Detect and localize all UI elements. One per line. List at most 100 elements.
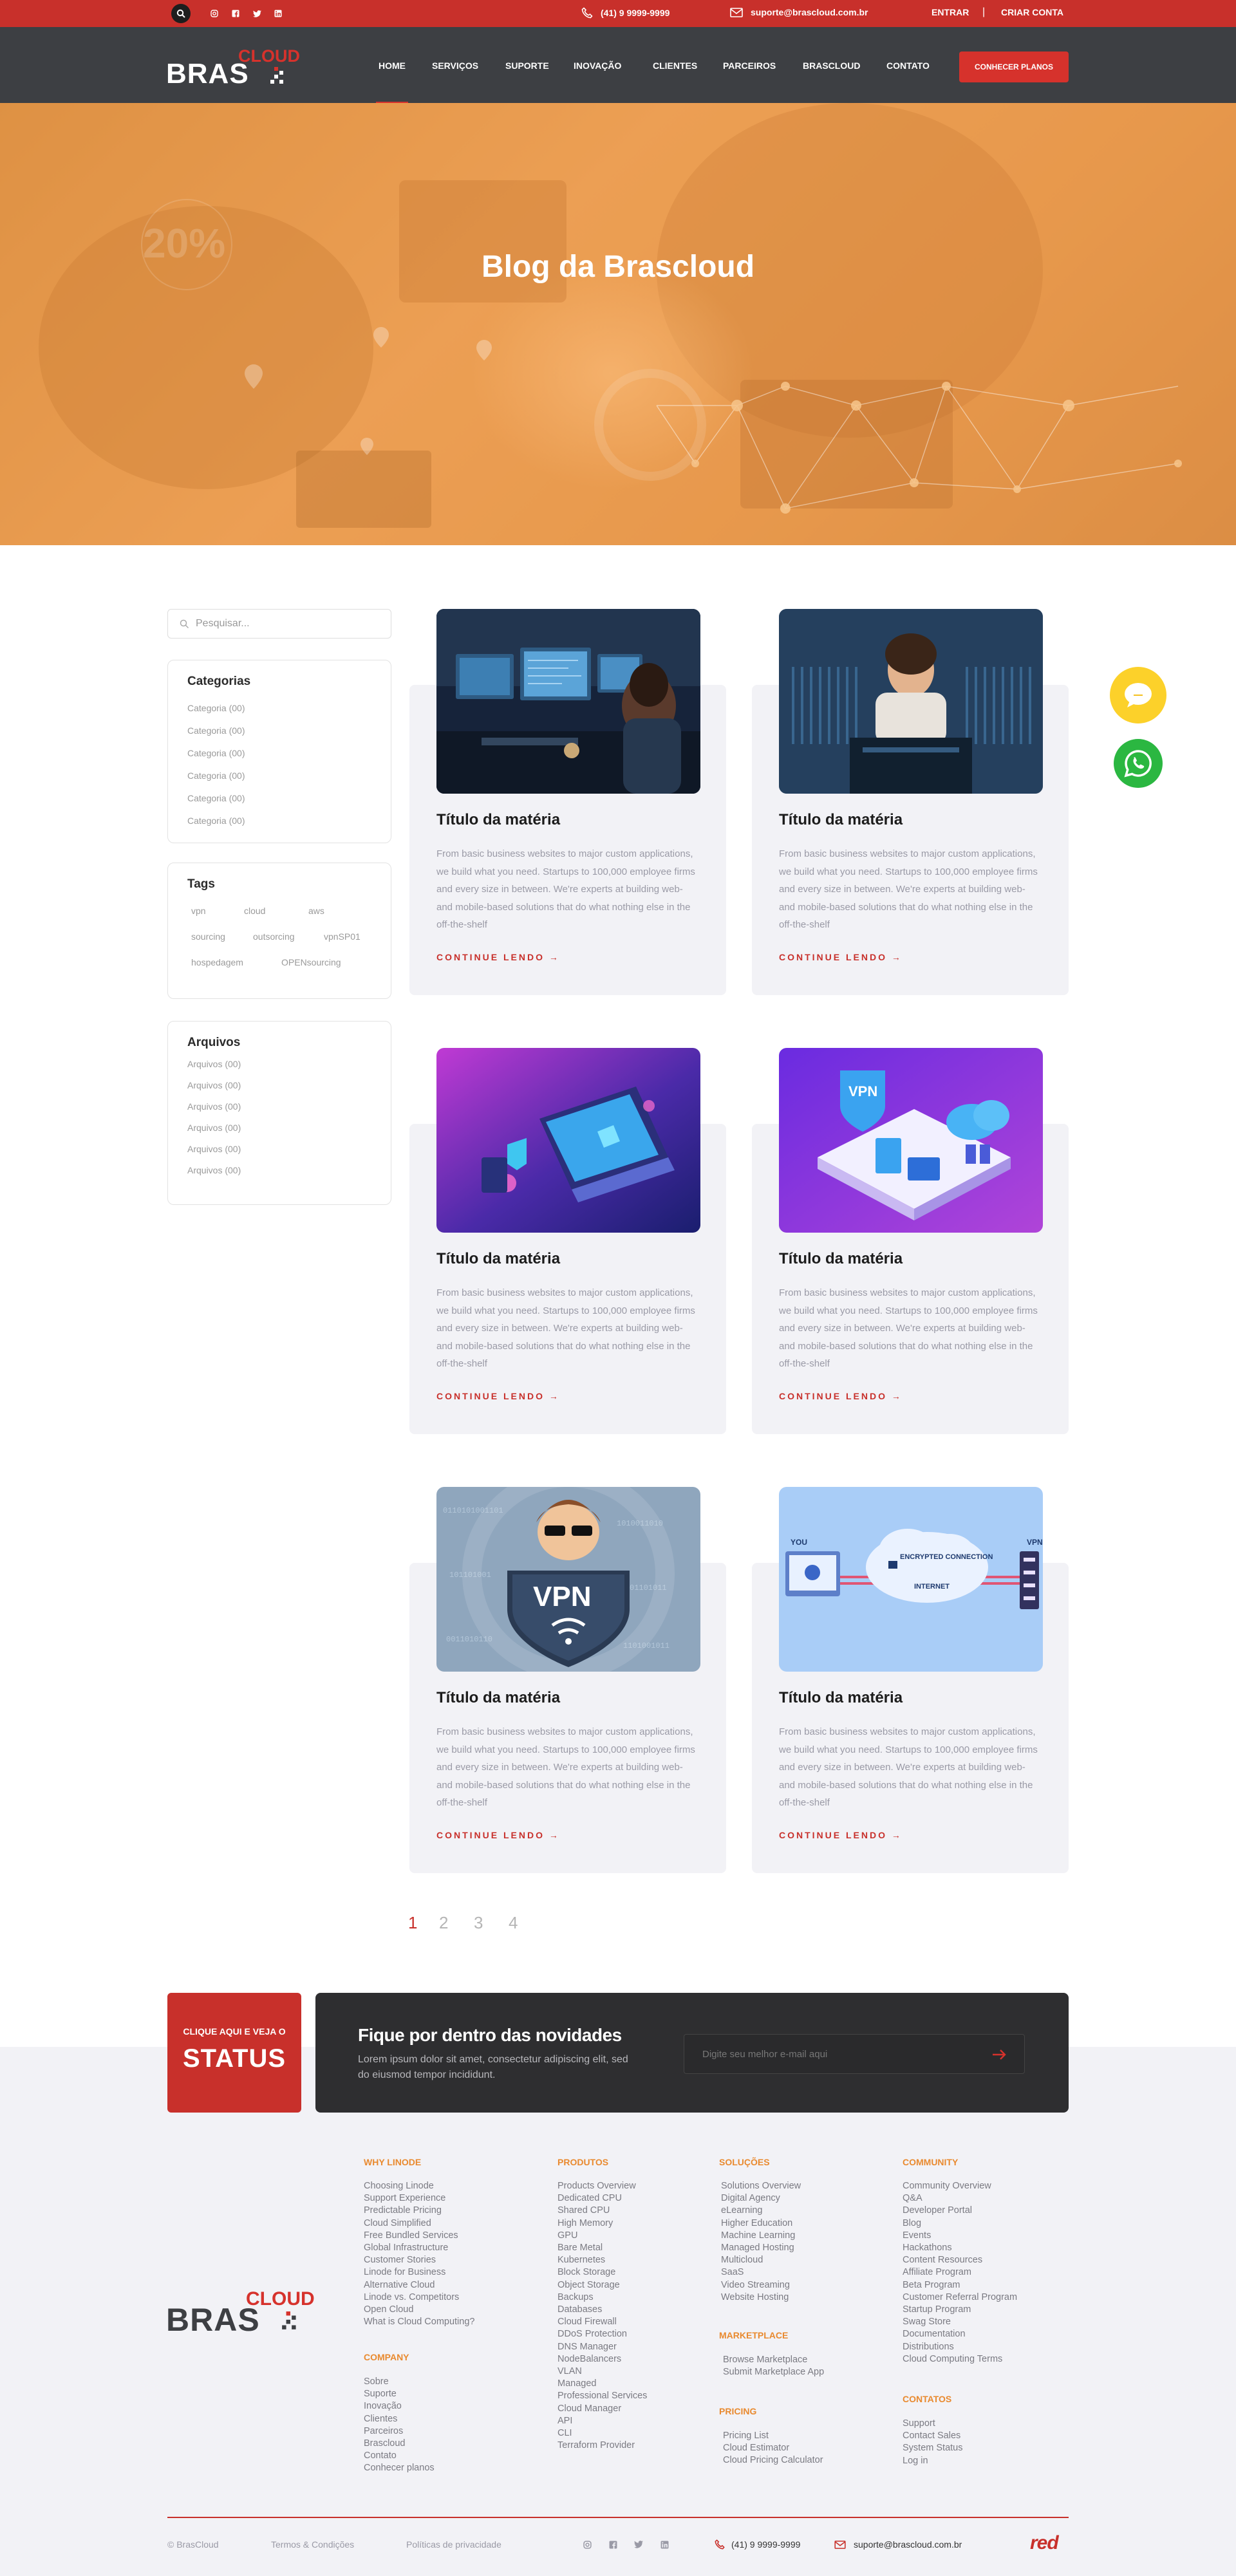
agency-logo[interactable]: red: [1030, 2532, 1059, 2554]
footer-link[interactable]: Log in: [903, 2456, 928, 2466]
footer-link[interactable]: Content Resources: [903, 2255, 982, 2265]
footer-link[interactable]: GPU: [557, 2230, 577, 2241]
footer-link[interactable]: Kubernetes: [557, 2255, 605, 2265]
search-button[interactable]: [171, 4, 191, 23]
footer-link[interactable]: Sobre: [364, 2376, 389, 2387]
continue-reading-link[interactable]: CONTINUE LENDO →: [779, 1391, 903, 1401]
blog-search-input[interactable]: Pesquisar...: [167, 609, 391, 639]
footer-link[interactable]: Terraform Provider: [557, 2440, 635, 2450]
instagram-icon[interactable]: [210, 9, 219, 18]
footer-link[interactable]: Parceiros: [364, 2426, 403, 2436]
newsletter-email-input[interactable]: Digite seu melhor e-mail aqui: [684, 2034, 1025, 2074]
whatsapp-button[interactable]: [1114, 739, 1163, 788]
archive-link[interactable]: Arquivos (00): [187, 1054, 241, 1075]
post-title[interactable]: Título da matéria: [436, 1250, 560, 1268]
footer-link[interactable]: Cloud Manager: [557, 2403, 621, 2414]
tag-link[interactable]: aws: [308, 906, 324, 916]
footer-link[interactable]: Free Bundled Services: [364, 2230, 458, 2241]
post-image[interactable]: [779, 609, 1043, 794]
tag-link[interactable]: vpn: [191, 906, 206, 916]
footer-link[interactable]: Documentation: [903, 2329, 966, 2339]
footer-link[interactable]: Databases: [557, 2304, 602, 2315]
footer-link[interactable]: Digital Agency: [721, 2193, 780, 2203]
footer-link[interactable]: System Status: [903, 2443, 962, 2453]
footer-link[interactable]: Pricing List: [723, 2431, 769, 2441]
footer-link[interactable]: Developer Portal: [903, 2205, 972, 2216]
footer-link[interactable]: Global Infrastructure: [364, 2243, 448, 2253]
footer-link[interactable]: Cloud Estimator: [723, 2443, 789, 2453]
page-link[interactable]: 2: [439, 1913, 448, 1933]
footer-link[interactable]: Conhecer planos: [364, 2463, 435, 2473]
post-image[interactable]: [436, 1048, 700, 1233]
footer-link[interactable]: Managed: [557, 2378, 596, 2389]
tag-link[interactable]: hospedagem: [191, 957, 243, 967]
footer-link[interactable]: Hackathons: [903, 2243, 952, 2253]
footer-link[interactable]: Blog: [903, 2218, 921, 2228]
footer-link[interactable]: Choosing Linode: [364, 2181, 434, 2191]
brand-logo[interactable]: BRAS CLOUD: [166, 46, 300, 89]
footer-link[interactable]: Submit Marketplace App: [723, 2367, 824, 2377]
instagram-icon[interactable]: [582, 2539, 592, 2550]
nav-clientes[interactable]: CLIENTES: [653, 61, 697, 71]
footer-link[interactable]: Suporte: [364, 2389, 397, 2399]
nav-servicos[interactable]: SERVIÇOS: [432, 61, 478, 71]
archive-link[interactable]: Arquivos (00): [187, 1075, 241, 1096]
nav-parceiros[interactable]: PARCEIROS: [723, 61, 776, 71]
continue-reading-link[interactable]: CONTINUE LENDO →: [436, 952, 560, 962]
category-link[interactable]: Categoria (00): [187, 697, 245, 720]
footer-link[interactable]: Object Storage: [557, 2280, 620, 2290]
footer-link[interactable]: CLI: [557, 2428, 572, 2438]
footer-link[interactable]: NodeBalancers: [557, 2354, 621, 2364]
footer-link[interactable]: Distributions: [903, 2342, 954, 2352]
linkedin-icon[interactable]: [274, 9, 283, 18]
topbar-phone[interactable]: (41) 9 9999-9999: [581, 7, 670, 19]
footer-link[interactable]: Linode vs. Competitors: [364, 2292, 459, 2302]
footer-link[interactable]: Shared CPU: [557, 2205, 610, 2216]
footer-link[interactable]: DDoS Protection: [557, 2329, 627, 2339]
facebook-icon[interactable]: [608, 2539, 618, 2550]
footer-link[interactable]: Q&A: [903, 2193, 922, 2203]
footer-link[interactable]: Website Hosting: [721, 2292, 789, 2302]
tag-link[interactable]: OPENsourcing: [281, 957, 341, 967]
footer-link[interactable]: Solutions Overview: [721, 2181, 801, 2191]
footer-link[interactable]: SaaS: [721, 2267, 744, 2277]
chat-button[interactable]: [1110, 667, 1166, 723]
page-link[interactable]: 3: [474, 1913, 483, 1933]
footer-link[interactable]: Cloud Simplified: [364, 2218, 431, 2228]
footer-link[interactable]: Contact Sales: [903, 2431, 960, 2441]
category-link[interactable]: Categoria (00): [187, 720, 245, 742]
post-image[interactable]: YOU VPN ENCRYPTED CONNECTION INTERNET: [779, 1487, 1043, 1672]
footer-link[interactable]: Startup Program: [903, 2304, 971, 2315]
footer-link[interactable]: DNS Manager: [557, 2342, 617, 2352]
nav-contato[interactable]: CONTATO: [886, 61, 930, 71]
page-link-current[interactable]: 1: [408, 1913, 417, 1933]
footer-link[interactable]: VLAN: [557, 2366, 582, 2376]
archive-link[interactable]: Arquivos (00): [187, 1117, 241, 1139]
footer-link[interactable]: High Memory: [557, 2218, 613, 2228]
footer-link[interactable]: Beta Program: [903, 2280, 960, 2290]
footer-link[interactable]: Dedicated CPU: [557, 2193, 622, 2203]
footer-link[interactable]: Bare Metal: [557, 2243, 603, 2253]
footer-link[interactable]: Affiliate Program: [903, 2267, 971, 2277]
post-title[interactable]: Título da matéria: [779, 1250, 903, 1268]
footer-link[interactable]: Customer Stories: [364, 2255, 436, 2265]
footer-link[interactable]: Products Overview: [557, 2181, 636, 2191]
facebook-icon[interactable]: [231, 9, 240, 18]
signup-link[interactable]: CRIAR CONTA: [1001, 7, 1063, 17]
post-image[interactable]: 0110101001101 1010011010 101101001 01101011…: [436, 1487, 700, 1672]
nav-inovacao[interactable]: INOVAÇÃO: [574, 61, 621, 71]
footer-logo[interactable]: BRAS CLOUD: [166, 2288, 321, 2338]
footer-link[interactable]: Multicloud: [721, 2255, 763, 2265]
post-title[interactable]: Título da matéria: [436, 1689, 560, 1707]
page-link[interactable]: 4: [509, 1913, 518, 1933]
footer-link[interactable]: Events: [903, 2230, 931, 2241]
tag-link[interactable]: vpnSP01: [324, 931, 360, 942]
nav-home[interactable]: HOME: [376, 61, 408, 104]
footer-link[interactable]: API: [557, 2416, 572, 2426]
footer-link[interactable]: Customer Referral Program: [903, 2292, 1017, 2302]
post-image[interactable]: VPN: [779, 1048, 1043, 1233]
footer-link[interactable]: Backups: [557, 2292, 594, 2302]
continue-reading-link[interactable]: CONTINUE LENDO →: [779, 1830, 903, 1840]
footer-link[interactable]: Predictable Pricing: [364, 2205, 442, 2216]
footer-link[interactable]: Linode for Business: [364, 2267, 445, 2277]
